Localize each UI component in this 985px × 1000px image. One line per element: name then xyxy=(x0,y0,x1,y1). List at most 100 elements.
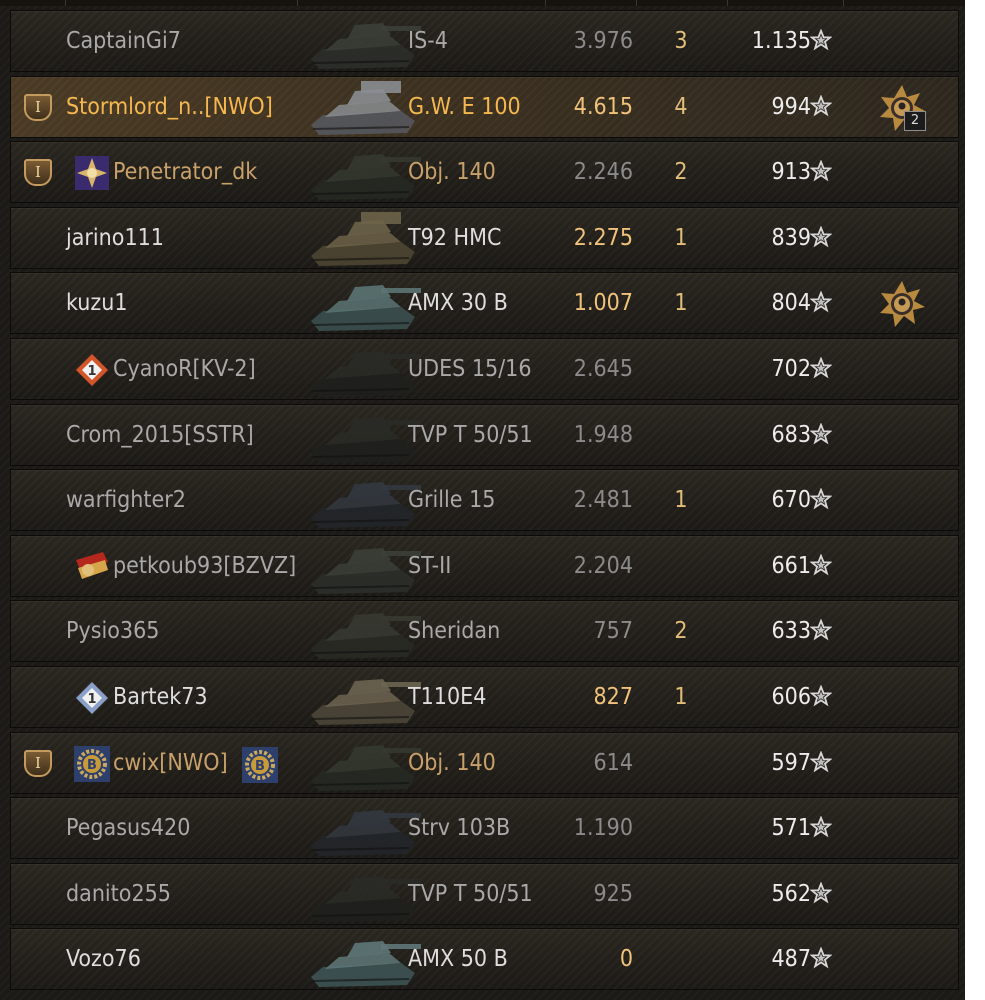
vehicle-image xyxy=(303,405,421,465)
star-icon xyxy=(809,881,833,904)
player-row[interactable]: jarino111 T92 HMC 2.275 1 839 xyxy=(10,206,959,269)
xp-value: 562 xyxy=(771,880,812,907)
player-row[interactable]: warfighter2 Grille 15 2.481 1 670 xyxy=(10,469,959,532)
player-name[interactable]: danito255 xyxy=(66,864,171,924)
player-name[interactable]: Crom_2015[SSTR] xyxy=(66,405,254,465)
platoon-icon: I xyxy=(24,93,52,121)
vehicle-name: Strv 103B xyxy=(408,815,511,842)
marks-purple-icon xyxy=(73,154,111,192)
damage-value: 2.246 xyxy=(573,159,633,186)
player-name[interactable]: petkoub93[BZVZ] xyxy=(113,536,296,596)
player-row[interactable]: danito255 TVP T 50/51 925 562 xyxy=(10,862,959,925)
star-icon xyxy=(809,159,833,182)
kills-value: 2 xyxy=(674,159,688,186)
kills-value: 2 xyxy=(674,618,688,645)
player-row[interactable]: Vozo76 AMX 50 B 0 487 xyxy=(10,928,959,991)
vehicle-name: T92 HMC xyxy=(408,224,502,251)
svg-text:B: B xyxy=(87,758,97,773)
vehicle-name: Obj. 140 xyxy=(408,159,496,186)
player-rows: CaptainGi7 IS-4 3.976 3 1.135 I Stormlord_n..… xyxy=(0,0,965,1000)
player-name[interactable]: Vozo76 xyxy=(66,929,141,989)
diamond-1-blue-icon: 1 xyxy=(73,679,111,717)
vehicle-name: Sheridan xyxy=(408,618,501,645)
vehicle-image xyxy=(303,142,421,202)
player-row[interactable]: 1 Bartek73 T110E4 827 1 606 xyxy=(10,666,959,728)
player-row[interactable]: I Penetrator_dk Obj. 140 2.246 2 913 xyxy=(10,141,959,204)
player-row[interactable]: Pysio365 Sheridan 757 2 633 xyxy=(10,600,959,663)
star-icon xyxy=(809,815,833,838)
damage-value: 2.275 xyxy=(573,224,633,251)
player-row[interactable]: I Stormlord_n..[NWO] G.W. E 100 4.615 4 994 2 xyxy=(10,75,959,138)
vehicle-image xyxy=(303,667,421,727)
vehicle-image xyxy=(303,77,421,137)
vehicle-image xyxy=(303,798,421,858)
star-icon xyxy=(809,553,833,576)
vehicle-name: ST-II xyxy=(408,552,452,579)
damage-value: 0 xyxy=(619,946,633,973)
player-row[interactable]: CaptainGi7 IS-4 3.976 3 1.135 xyxy=(10,10,959,72)
player-row[interactable]: kuzu1 AMX 30 B 1.007 1 804 xyxy=(10,272,959,335)
xp-value: 913 xyxy=(771,159,812,186)
kills-value xyxy=(673,536,689,596)
player-name[interactable]: cwix[NWO] xyxy=(113,733,228,793)
xp-value: 487 xyxy=(771,946,812,973)
player-name[interactable]: jarino111 xyxy=(66,208,164,268)
damage-value: 757 xyxy=(593,618,634,645)
player-name[interactable]: Bartek73 xyxy=(113,667,208,727)
damage-value: 1.190 xyxy=(573,815,633,842)
star-icon xyxy=(809,93,833,117)
xp-value: 702 xyxy=(771,356,812,382)
star-icon xyxy=(809,28,833,51)
xp-value: 571 xyxy=(771,815,812,842)
xp-value: 804 xyxy=(771,290,812,317)
damage-value: 827 xyxy=(593,684,634,710)
player-name[interactable]: Pysio365 xyxy=(66,601,159,661)
kills-value: 1 xyxy=(674,224,688,251)
xp-value: 1.135 xyxy=(751,28,811,54)
kills-value: 1 xyxy=(674,487,688,514)
xp-value: 606 xyxy=(771,684,812,710)
vehicle-name: Grille 15 xyxy=(408,487,496,514)
kills-value: 1 xyxy=(674,290,688,317)
star-icon xyxy=(809,946,833,969)
clan-badge-icon: B xyxy=(241,746,278,783)
kills-value xyxy=(673,798,689,858)
b-gear-icon: B xyxy=(73,745,111,783)
star-icon xyxy=(809,421,833,445)
vehicle-image xyxy=(303,601,421,661)
platoon-icon: I xyxy=(24,749,52,777)
player-row[interactable]: 1 CyanoR[KV-2] UDES 15/16 2.645 702 xyxy=(10,338,959,400)
xp-value: 633 xyxy=(771,618,812,645)
damage-value: 1.948 xyxy=(573,421,633,448)
player-row[interactable]: petkoub93[BZVZ] ST-II 2.204 661 xyxy=(10,534,959,597)
player-name[interactable]: warfighter2 xyxy=(66,470,186,530)
flag-red-icon xyxy=(73,548,111,586)
vehicle-name: T110E4 xyxy=(408,684,487,710)
star-icon xyxy=(809,618,833,641)
kills-value: 3 xyxy=(674,28,688,54)
player-name[interactable]: CyanoR[KV-2] xyxy=(113,339,256,399)
vehicle-image xyxy=(303,929,421,989)
player-name[interactable]: Stormlord_n..[NWO] xyxy=(66,77,273,137)
damage-value: 2.481 xyxy=(573,487,633,514)
damage-value: 1.007 xyxy=(573,290,633,317)
damage-value: 925 xyxy=(593,880,634,907)
star-icon xyxy=(809,749,833,773)
player-row[interactable]: Pegasus420 Strv 103B 1.190 571 xyxy=(10,797,959,860)
vehicle-name: AMX 30 B xyxy=(408,290,508,317)
player-row[interactable]: I Bcwix[NWO] B Obj. 140 614 597 xyxy=(10,731,959,794)
player-row[interactable]: Crom_2015[SSTR] TVP T 50/51 1.948 683 xyxy=(10,403,959,466)
player-name[interactable]: Penetrator_dk xyxy=(113,142,257,202)
star-icon xyxy=(809,487,833,510)
vehicle-image xyxy=(303,273,421,333)
medal-icon[interactable] xyxy=(877,279,927,329)
player-name[interactable]: kuzu1 xyxy=(66,273,128,333)
kills-value xyxy=(673,733,689,793)
player-name[interactable]: Pegasus420 xyxy=(66,798,190,858)
vehicle-image xyxy=(303,11,421,71)
player-name[interactable]: CaptainGi7 xyxy=(66,11,181,71)
kills-value xyxy=(673,929,689,989)
kills-value xyxy=(673,864,689,924)
vehicle-image xyxy=(303,339,421,399)
vehicle-image xyxy=(303,733,421,793)
